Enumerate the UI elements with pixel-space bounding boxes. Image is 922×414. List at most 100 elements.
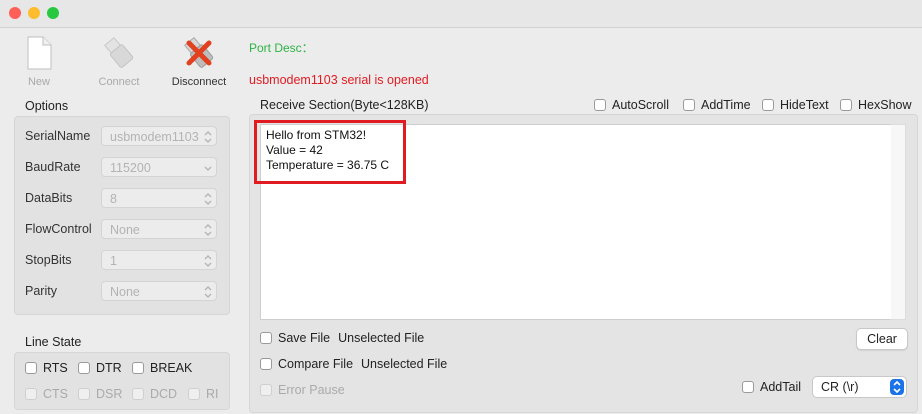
checkbox-box[interactable]: [683, 99, 695, 111]
minimize-window-button[interactable]: [28, 7, 40, 19]
updown-arrows-icon: [204, 286, 212, 298]
checkbox-box[interactable]: [594, 99, 606, 111]
connect-label: Connect: [98, 76, 140, 88]
addtail-checkbox[interactable]: AddTail: [742, 380, 801, 394]
checkbox-box: [132, 388, 144, 400]
hexshow-checkbox[interactable]: HexShow: [840, 98, 912, 112]
option-row-stopbits: StopBits 1: [25, 250, 225, 272]
hidetext-checkbox[interactable]: HideText: [762, 98, 829, 112]
dcd-indicator: DCD: [132, 387, 177, 401]
checkbox-box[interactable]: [840, 99, 852, 111]
option-label: DataBits: [25, 191, 73, 205]
new-file-icon: [27, 36, 52, 70]
dtr-checkbox[interactable]: DTR: [78, 361, 122, 375]
flowcontrol-select[interactable]: None: [101, 219, 217, 239]
updown-arrows-icon: [204, 131, 212, 143]
break-checkbox[interactable]: BREAK: [132, 361, 192, 375]
autoscroll-checkbox[interactable]: AutoScroll: [594, 98, 669, 112]
parity-select[interactable]: None: [101, 281, 217, 301]
checkbox-label: AddTail: [760, 380, 801, 394]
compare-file-value: Unselected File: [361, 357, 448, 371]
dsr-indicator: DSR: [78, 387, 122, 401]
option-value: 8: [110, 192, 117, 206]
checkbox-label: Error Pause: [278, 383, 345, 397]
checkbox-label: DTR: [96, 361, 122, 375]
checkbox-box[interactable]: [260, 332, 272, 344]
usb-disconnect-icon: [184, 36, 214, 68]
line-state-panel: RTS DTR BREAK CTS DSR DCD RI: [14, 352, 230, 410]
checkbox-box[interactable]: [762, 99, 774, 111]
title-bar: [0, 0, 922, 28]
option-row-parity: Parity None: [25, 281, 225, 303]
connect-button[interactable]: Connect: [83, 36, 155, 88]
checkbox-box: [78, 388, 90, 400]
checkbox-label: BREAK: [150, 361, 193, 375]
chevron-down-icon: [204, 166, 212, 171]
addtime-checkbox[interactable]: AddTime: [683, 98, 751, 112]
option-label: FlowControl: [25, 222, 92, 236]
usb-plug-icon: [104, 36, 134, 68]
tail-select-value: CR (\r): [821, 380, 859, 394]
option-label: StopBits: [25, 253, 72, 267]
checkbox-box: [260, 384, 272, 396]
receive-scrollbar[interactable]: [891, 124, 906, 320]
cts-indicator: CTS: [25, 387, 68, 401]
checkbox-box: [25, 388, 37, 400]
checkbox-label: RI: [206, 387, 219, 401]
save-file-value: Unselected File: [338, 331, 425, 345]
checkbox-label: HexShow: [858, 98, 912, 112]
option-row-baudrate: BaudRate 115200: [25, 157, 225, 179]
checkbox-box[interactable]: [260, 358, 272, 370]
updown-arrows-icon: [890, 379, 904, 395]
receive-section-title: Receive Section(Byte<128KB): [260, 98, 429, 112]
option-label: Parity: [25, 284, 57, 298]
new-label: New: [27, 76, 50, 88]
option-label: BaudRate: [25, 160, 81, 174]
checkbox-box[interactable]: [78, 362, 90, 374]
serialname-select[interactable]: usbmodem1103: [101, 126, 217, 146]
option-value: usbmodem1103: [110, 130, 199, 144]
checkbox-label: AutoScroll: [612, 98, 669, 112]
clear-button[interactable]: Clear: [856, 328, 908, 350]
checkbox-label: RTS: [43, 361, 68, 375]
checkbox-label: Save File: [278, 331, 331, 345]
updown-arrows-icon: [204, 255, 212, 267]
checkbox-label: HideText: [780, 98, 829, 112]
disconnect-button[interactable]: Disconnect: [163, 36, 235, 88]
close-window-button[interactable]: [9, 7, 21, 19]
compare-file-checkbox[interactable]: Compare File Unselected File: [260, 357, 447, 371]
checkbox-label: Compare File: [278, 357, 354, 371]
new-button[interactable]: New: [3, 36, 75, 88]
zoom-window-button[interactable]: [47, 7, 59, 19]
checkbox-label: AddTime: [701, 98, 751, 112]
baudrate-select[interactable]: 115200: [101, 157, 217, 177]
error-pause-checkbox: Error Pause: [260, 383, 345, 397]
checkbox-box[interactable]: [132, 362, 144, 374]
option-row-serialname: SerialName usbmodem1103: [25, 126, 225, 148]
stopbits-select[interactable]: 1: [101, 250, 217, 270]
option-label: SerialName: [25, 129, 91, 143]
option-row-databits: DataBits 8: [25, 188, 225, 210]
databits-select[interactable]: 8: [101, 188, 217, 208]
checkbox-label: DCD: [150, 387, 178, 401]
disconnect-label: Disconnect: [171, 76, 227, 88]
checkbox-label: CTS: [43, 387, 68, 401]
save-file-checkbox[interactable]: Save File Unselected File: [260, 331, 424, 345]
checkbox-label: DSR: [96, 387, 123, 401]
ri-indicator: RI: [188, 387, 219, 401]
updown-arrows-icon: [204, 193, 212, 205]
option-value: 115200: [110, 161, 151, 175]
option-row-flowcontrol: FlowControl None: [25, 219, 225, 241]
port-desc-label: Port Desc：: [249, 41, 314, 55]
tail-select[interactable]: CR (\r): [812, 376, 907, 398]
options-panel: SerialName usbmodem1103 BaudRate 115200 …: [14, 116, 230, 315]
rts-checkbox[interactable]: RTS: [25, 361, 68, 375]
options-title: Options: [25, 99, 69, 113]
checkbox-box[interactable]: [25, 362, 37, 374]
option-value: None: [110, 223, 140, 237]
checkbox-box: [188, 388, 200, 400]
checkbox-box[interactable]: [742, 381, 754, 393]
option-value: 1: [110, 254, 117, 268]
updown-arrows-icon: [204, 224, 212, 236]
highlight-box: [254, 120, 406, 184]
